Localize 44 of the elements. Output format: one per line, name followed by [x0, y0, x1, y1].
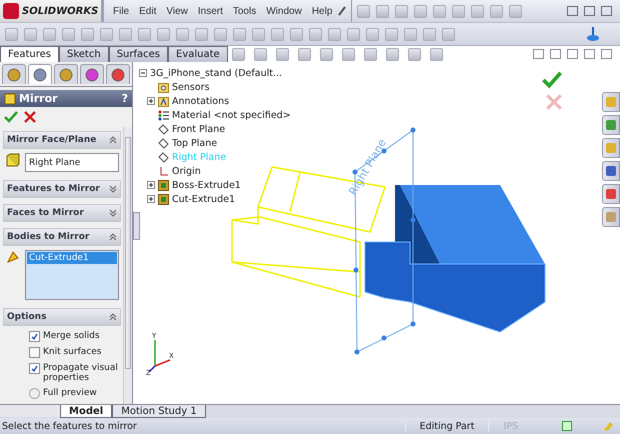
section-header[interactable]: Mirror Face/Plane	[3, 131, 121, 149]
tree-item[interactable]: Material <not specified>	[172, 110, 291, 120]
section-title: Features to Mirror	[7, 184, 101, 194]
menu-item[interactable]: Window	[261, 6, 307, 16]
tree-item[interactable]: Top Plane	[172, 138, 218, 148]
section-header[interactable]: Options	[3, 308, 121, 326]
bottom-tab[interactable]: Model	[60, 405, 112, 418]
bodies-list[interactable]: Cut-Extrude1	[25, 250, 119, 300]
radio-label: Full preview	[43, 388, 97, 398]
menu-item[interactable]: File	[108, 6, 134, 16]
status-mode: Editing Part	[404, 420, 488, 432]
menu-item[interactable]: Edit	[134, 6, 162, 16]
help-button[interactable]: ?	[122, 92, 128, 105]
checkbox-label: Merge solids	[43, 331, 100, 341]
menu-item[interactable]: Tools	[228, 6, 262, 16]
command-tab[interactable]: Surfaces	[108, 46, 168, 62]
checkbox-label: Propagate visual properties	[43, 363, 119, 383]
section-title: Mirror Face/Plane	[7, 135, 98, 145]
section-title: Bodies to Mirror	[7, 232, 90, 242]
tree-item[interactable]: Origin	[172, 166, 201, 176]
menu-item[interactable]: View	[161, 6, 193, 16]
section-header[interactable]: Bodies to Mirror	[3, 228, 121, 246]
app-logo: SOLIDWORKS	[0, 0, 104, 22]
bottom-tab[interactable]: Motion Study 1	[112, 405, 206, 418]
menu-item[interactable]: Help	[306, 6, 338, 16]
property-title: Mirror	[19, 92, 59, 105]
tree-item[interactable]: Cut-Extrude1	[172, 194, 236, 204]
tree-item[interactable]: Annotations	[172, 96, 230, 106]
list-item[interactable]: Cut-Extrude1	[27, 252, 117, 264]
section-title: Faces to Mirror	[7, 208, 85, 218]
section-header[interactable]: Features to Mirror	[3, 180, 121, 198]
menu-item[interactable]: Insert	[192, 6, 228, 16]
checkbox-label: Knit surfaces	[43, 347, 102, 357]
command-tab[interactable]: Evaluate	[168, 46, 228, 62]
command-tab[interactable]: Sketch	[59, 46, 109, 62]
tree-item[interactable]: Front Plane	[172, 124, 226, 134]
tree-item[interactable]: 3G_iPhone_stand (Default...	[150, 68, 282, 78]
section-header[interactable]: Faces to Mirror	[3, 204, 121, 222]
command-tab[interactable]: Features	[0, 46, 59, 62]
section-title: Options	[7, 312, 48, 322]
plane-field[interactable]: Right Plane	[25, 153, 119, 172]
status-message: Select the features to mirror	[2, 420, 138, 432]
tree-item[interactable]: Boss-Extrude1	[172, 180, 241, 190]
tree-item[interactable]: Sensors	[172, 82, 210, 92]
